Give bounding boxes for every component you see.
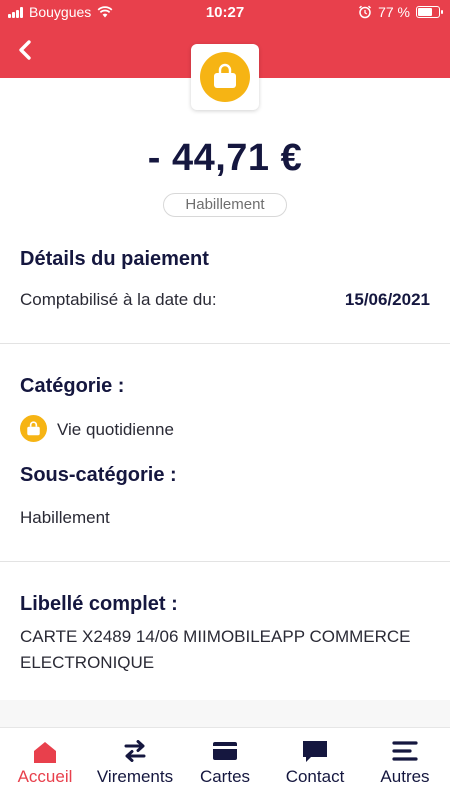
payment-details-title: Détails du paiement [20, 248, 209, 270]
status-right: 77 % [358, 4, 443, 20]
category-title: Catégorie : [20, 375, 125, 397]
full-label-line: CARTE X2489 14/06 MIIMOBILEAPP COMMERCE [20, 627, 411, 646]
category-value: Vie quotidienne [57, 420, 174, 439]
tab-contact[interactable]: Contact [270, 728, 360, 800]
full-label-line: ELECTRONIQUE [20, 653, 155, 672]
transfer-icon [124, 740, 146, 762]
tab-cartes[interactable]: Cartes [180, 728, 270, 800]
bottom-tab-bar: Accueil Virements Cartes Contact Autres [0, 727, 450, 800]
divider [0, 343, 450, 344]
tab-label: Cartes [199, 767, 251, 786]
chevron-left-icon [19, 40, 31, 60]
alarm-icon [359, 5, 372, 19]
card-icon [213, 742, 237, 760]
status-bar: Bouygues 10:27 77 % [0, 0, 450, 24]
shopping-bag-icon [200, 52, 250, 102]
tab-virements[interactable]: Virements [90, 728, 180, 800]
content-bottom-band [0, 700, 450, 727]
category-icon-tile [191, 44, 259, 110]
posting-date-label: Comptabilisé à la date du: [20, 290, 217, 309]
category-bag-icon [20, 415, 47, 442]
tab-label: Autres [380, 767, 430, 786]
battery-percent: 77 % [378, 4, 410, 20]
tab-label: Virements [96, 767, 174, 786]
home-icon [34, 742, 56, 763]
posting-date-value: 15/06/2021 [344, 290, 430, 309]
chat-icon [303, 741, 327, 762]
menu-icon [392, 741, 418, 761]
full-label-title: Libellé complet : [20, 593, 178, 615]
back-button[interactable] [14, 38, 38, 62]
subcategory-value: Habillement [20, 508, 110, 527]
full-label-text: CARTE X2489 14/06 MIIMOBILEAPP COMMERCE … [20, 624, 440, 676]
tab-accueil[interactable]: Accueil [0, 728, 90, 800]
tab-label: Contact [285, 767, 345, 786]
battery-icon [416, 6, 443, 18]
transaction-amount: - 44,71 € [147, 137, 303, 179]
category-chip: Habillement [163, 193, 287, 217]
tab-autres[interactable]: Autres [360, 728, 450, 800]
divider [0, 561, 450, 562]
subcategory-title: Sous-catégorie : [20, 464, 177, 486]
tab-label: Accueil [17, 767, 73, 786]
